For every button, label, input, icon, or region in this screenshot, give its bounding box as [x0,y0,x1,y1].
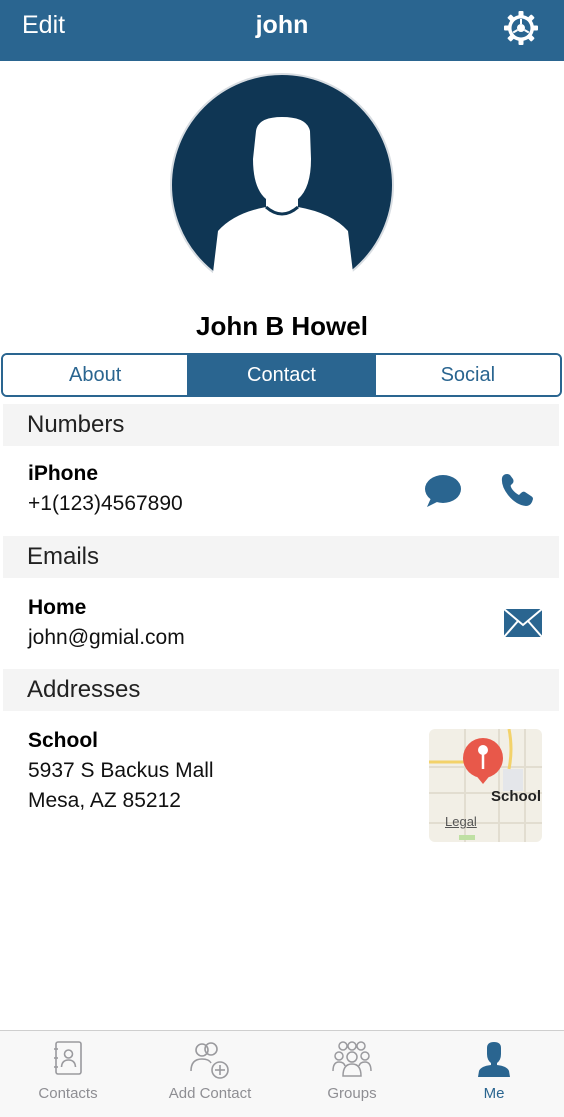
map-pin-label: School [490,788,541,805]
tab-add-contact-label: Add Contact [168,1085,252,1102]
segmented-control: About Contact Social [1,353,562,397]
email-label: Home [28,596,87,619]
tab-add-contact[interactable]: Add Contact [140,1031,280,1117]
tab-contacts[interactable]: Contacts [0,1031,136,1117]
phone-label: iPhone [28,462,99,485]
tab-bar: Contacts Add Contact Groups Me [0,1030,564,1117]
group-icon [332,1041,372,1077]
address-map-thumbnail[interactable]: School Legal [429,729,542,842]
map-pin-icon [463,738,503,784]
address-line-1: 5937 S Backus Mall [28,759,214,782]
tab-groups-label: Groups [327,1085,377,1102]
phone-number[interactable]: +1(123)4567890 [28,492,183,516]
section-header-addresses: Addresses [3,669,559,711]
address-label: School [28,729,99,752]
add-person-icon [190,1042,229,1079]
tab-social[interactable]: Social [373,355,560,395]
address-line-2: Mesa, AZ 85212 [28,789,181,812]
section-header-numbers: Numbers [3,404,559,446]
envelope-icon[interactable] [503,608,543,638]
map-legal-link[interactable]: Legal [445,814,477,829]
tab-about[interactable]: About [3,355,188,395]
tab-contacts-label: Contacts [38,1085,98,1102]
chat-bubble-icon[interactable] [424,474,462,508]
tab-me[interactable]: Me [424,1031,564,1117]
email-address[interactable]: john@gmial.com [28,626,185,650]
phone-icon[interactable] [499,472,535,508]
nav-title: john [255,11,309,39]
tab-me-label: Me [483,1085,505,1102]
gear-icon[interactable] [503,10,539,46]
profile-name: John B Howel [196,311,368,341]
tab-groups[interactable]: Groups [284,1031,420,1117]
person-icon [478,1042,510,1077]
address-book-icon [54,1041,82,1075]
nav-bar: Edit john [0,0,564,61]
tab-contact[interactable]: Contact [187,355,374,395]
section-header-emails: Emails [3,536,559,578]
person-avatar-icon [170,73,394,297]
